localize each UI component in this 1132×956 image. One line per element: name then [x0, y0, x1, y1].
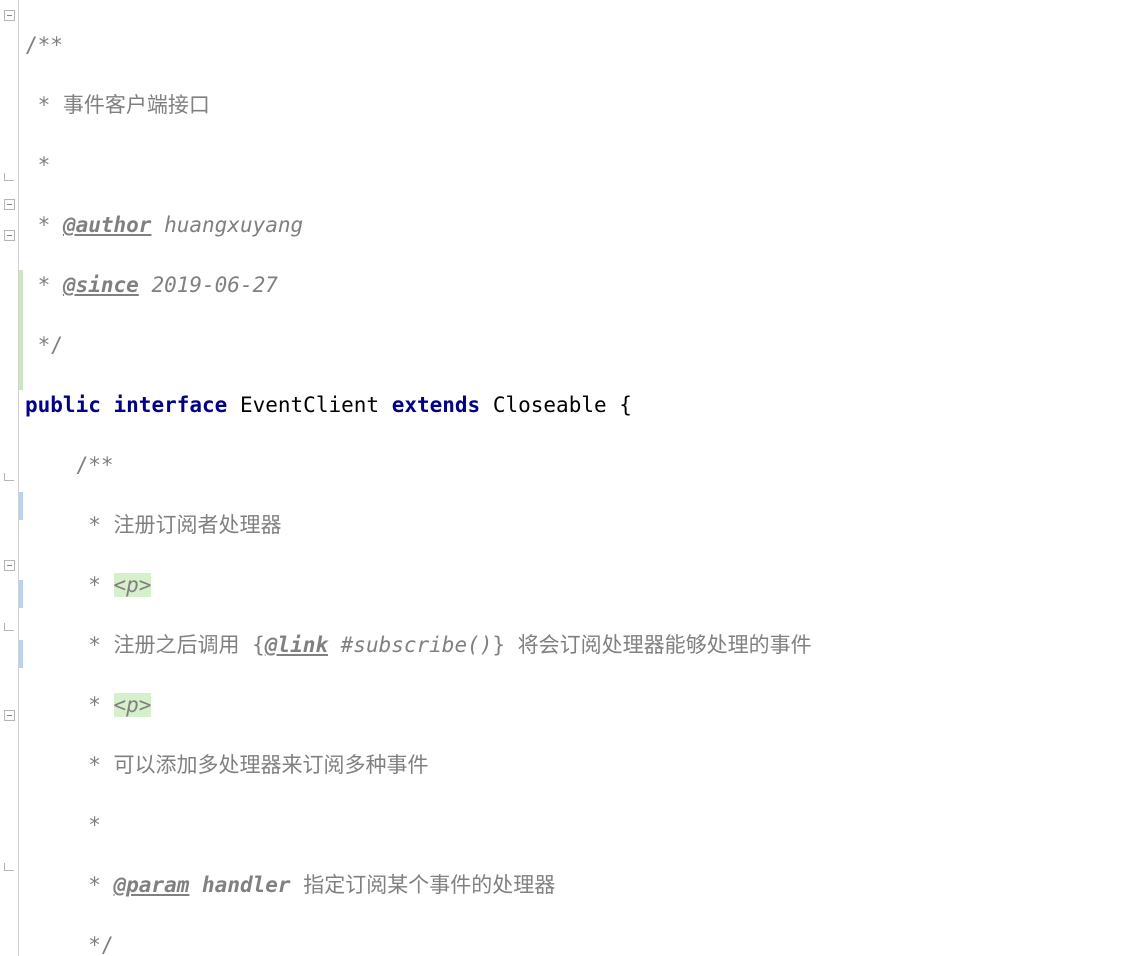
javadoc-since: 2019-06-27: [139, 273, 278, 297]
fold-toggle-icon[interactable]: [2, 228, 16, 242]
fold-toggle-icon[interactable]: [2, 708, 16, 722]
fold-end-icon: [2, 170, 16, 184]
javadoc-param-desc: 指定订阅某个事件的处理器: [291, 873, 556, 897]
type-name: EventClient: [227, 393, 391, 417]
javadoc-line: } 将会订阅处理器能够处理的事件: [492, 633, 811, 657]
fold-toggle-icon[interactable]: [2, 558, 16, 572]
html-p-tag: <p>: [114, 573, 152, 597]
code-editor[interactable]: /** * 事件客户端接口 * * @author huangxuyang * …: [0, 0, 1132, 956]
fold-toggle-icon[interactable]: [2, 197, 16, 211]
code-area[interactable]: /** * 事件客户端接口 * * @author huangxuyang * …: [23, 0, 1132, 956]
javadoc-star: *: [25, 873, 114, 897]
javadoc-author: huangxuyang: [151, 213, 303, 237]
javadoc-line: * 事件客户端接口: [25, 93, 210, 117]
javadoc-link-tag: @link: [265, 633, 328, 657]
javadoc-since-tag: @since: [63, 273, 139, 297]
fold-gutter: [0, 0, 19, 956]
javadoc-param-name: handler: [202, 873, 291, 897]
javadoc-close: */: [25, 333, 63, 357]
javadoc-line: * 注册订阅者处理器: [25, 513, 282, 537]
javadoc-line: *: [25, 813, 101, 837]
fold-end-icon: [2, 860, 16, 874]
javadoc-author-tag: @author: [63, 213, 152, 237]
javadoc-link-target: #subscribe(): [328, 633, 492, 657]
javadoc-star: *: [25, 273, 63, 297]
javadoc-line: *: [25, 153, 50, 177]
javadoc-star: *: [25, 693, 114, 717]
javadoc-star: *: [25, 573, 114, 597]
javadoc-star: *: [25, 213, 63, 237]
keyword-public: public: [25, 393, 101, 417]
keyword-extends: extends: [392, 393, 481, 417]
keyword-interface: interface: [114, 393, 228, 417]
javadoc-open: /**: [25, 453, 114, 477]
decl-rest: Closeable {: [480, 393, 632, 417]
javadoc-param-tag: @param: [114, 873, 190, 897]
fold-end-icon: [2, 470, 16, 484]
javadoc-line: * 注册之后调用 {: [25, 633, 265, 657]
fold-end-icon: [2, 620, 16, 634]
javadoc-line: * 可以添加多处理器来订阅多种事件: [25, 753, 429, 777]
html-p-tag: <p>: [114, 693, 152, 717]
javadoc-open: /**: [25, 33, 63, 57]
fold-toggle-icon[interactable]: [2, 8, 16, 22]
javadoc-close: */: [25, 933, 114, 956]
